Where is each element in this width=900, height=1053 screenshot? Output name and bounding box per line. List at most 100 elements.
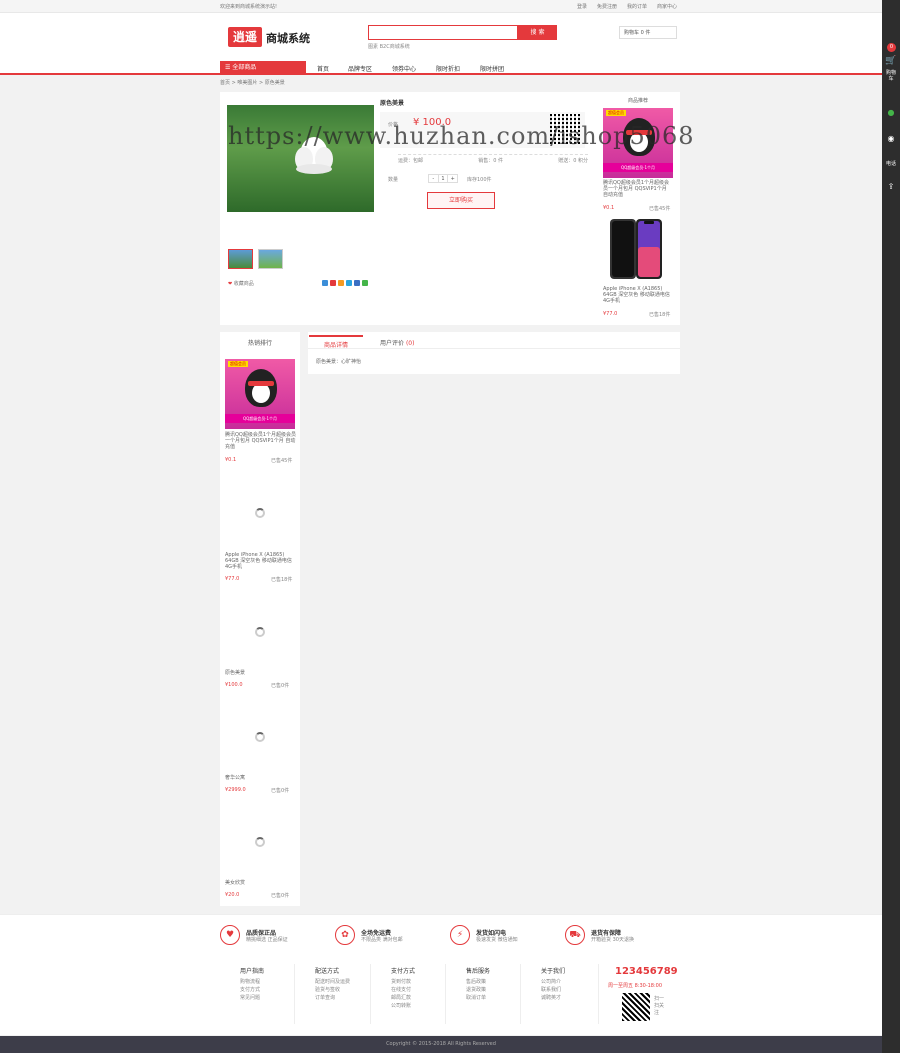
- footer-column-guide: 用户指南 购物流程 支付方式 常见问题: [240, 966, 264, 1002]
- nav-item-groupbuy[interactable]: 限时拼团: [480, 64, 504, 73]
- share-qzone-icon[interactable]: [322, 280, 328, 286]
- recommend-item-2-sold: 已售18件: [649, 312, 671, 318]
- hot-item-5-name[interactable]: 美女欣赏: [225, 880, 297, 886]
- toolbar-cart-label[interactable]: 购物车: [886, 70, 896, 82]
- hot-item-1-image[interactable]: 超值会员 QQ超级会员·1个月: [225, 359, 295, 429]
- shipping-info: 运费：包邮: [398, 158, 424, 164]
- hot-search-words[interactable]: 图素 B2C商城系统: [368, 43, 410, 50]
- footer-divider: [520, 964, 521, 1024]
- hot-item-4-name[interactable]: 奢华公寓: [225, 775, 297, 781]
- nav-item-coupons[interactable]: 领券中心: [392, 64, 416, 73]
- qr-caption: 扫一扫关注: [654, 996, 665, 1016]
- share-wechat-icon[interactable]: [362, 280, 368, 286]
- favorite-label: 收藏商品: [233, 281, 254, 287]
- card-band: QQ超级会员·1个月: [603, 163, 673, 172]
- nav-item-home[interactable]: 首页: [317, 64, 329, 73]
- tab-details[interactable]: 商品详情: [309, 335, 363, 352]
- footer-link[interactable]: 支付方式: [240, 986, 264, 994]
- footer-link[interactable]: 购物流程: [240, 978, 264, 986]
- recommend-item-2-name[interactable]: Apple iPhone X (A1865) 64GB 深空灰色 移动联通电信4…: [603, 286, 673, 304]
- footer-link[interactable]: 退货政策: [466, 986, 490, 994]
- footer-heading: 支付方式: [391, 968, 416, 975]
- qty-input[interactable]: 1: [439, 175, 449, 182]
- hot-item-2-price: ¥77.0: [225, 576, 240, 582]
- footer-link[interactable]: 货到付款: [391, 978, 415, 986]
- footer-link[interactable]: 公司转账: [391, 1002, 415, 1010]
- share-renren-icon[interactable]: [354, 280, 360, 286]
- qty-plus-button[interactable]: +: [448, 175, 457, 182]
- footer-heading: 配送方式: [315, 968, 340, 975]
- all-categories-button[interactable]: ☰ 全部商品: [220, 61, 306, 75]
- footer-link[interactable]: 订单查询: [315, 994, 350, 1002]
- share-weibo-icon[interactable]: [330, 280, 336, 286]
- copyright: Copyright © 2015-2018 All Rights Reserve…: [0, 1036, 882, 1053]
- share-qq-icon[interactable]: [338, 280, 344, 286]
- hotline-hours: 周一至周五 8:30-18:00: [608, 983, 663, 989]
- footer-qr-code: [622, 993, 650, 1021]
- footer-heading: 用户指南: [240, 968, 265, 975]
- footer-link[interactable]: 公司简介: [541, 978, 565, 986]
- product-main-image[interactable]: [227, 105, 374, 212]
- favorite-button[interactable]: ❤ 收藏商品: [228, 280, 254, 287]
- nav-item-discount[interactable]: 限时折扣: [436, 64, 460, 73]
- toolbar-phone-label[interactable]: 电话: [882, 160, 900, 167]
- cart-button[interactable]: 购物车 0 件: [619, 26, 677, 39]
- service-subtitle: 精挑细选 正品保证: [246, 937, 288, 943]
- footer-link[interactable]: 在线支付: [391, 986, 415, 994]
- footer-link[interactable]: 常见问题: [240, 994, 264, 1002]
- qq-icon[interactable]: ◉: [882, 134, 900, 143]
- nav-item-brands[interactable]: 品牌专区: [348, 64, 372, 73]
- logo-mark[interactable]: 逍遥: [228, 27, 262, 47]
- footer-column-service: 售后服务 售后政策 退货政策 取消订单: [466, 966, 490, 1002]
- hot-item-1-sold: 已售45件: [271, 458, 293, 464]
- main-nav: ☰ 全部商品 首页 品牌专区 领券中心 限时折扣 限时拼团: [0, 61, 882, 75]
- price-box: 价格 ¥ 100.0: [380, 112, 585, 148]
- hot-item-1-name[interactable]: 腾讯QQ超级会员1个月超级会员一个月包月 QQSVIP1个月 自动充值: [225, 432, 297, 450]
- footer-link[interactable]: 联系我们: [541, 986, 565, 994]
- register-link[interactable]: 免费注册: [597, 3, 617, 10]
- footer-link[interactable]: 取消订单: [466, 994, 490, 1002]
- wechat-icon[interactable]: ●: [882, 108, 900, 117]
- back-to-top-icon[interactable]: ⇪: [882, 182, 900, 191]
- review-count: (0): [405, 340, 415, 347]
- stock-info: 库存100件: [467, 177, 492, 183]
- login-link[interactable]: 登录: [577, 3, 587, 10]
- card-band: QQ超级会员·1个月: [225, 414, 295, 423]
- breadcrumb[interactable]: 首页 > 唯美图片 > 原色美景: [220, 79, 285, 86]
- recommend-item-1-name[interactable]: 腾讯QQ超级会员1个月超级会员一个月包月 QQSVIP1个月 自动充值: [603, 180, 673, 198]
- tab-divider: [308, 348, 680, 349]
- loading-spinner-icon: [255, 508, 265, 518]
- hot-item-2-name[interactable]: Apple iPhone X (A1865) 64GB 深空灰色 移动联通电信4…: [225, 552, 297, 570]
- footer-link[interactable]: 邮局汇款: [391, 994, 415, 1002]
- search-input[interactable]: [368, 25, 518, 40]
- loading-spinner-icon: [255, 732, 265, 742]
- footer-heading: 关于我们: [541, 968, 566, 975]
- hotline-number: 123456789: [615, 966, 678, 977]
- my-orders-link[interactable]: 我的订单: [627, 3, 647, 10]
- product-qr-code: [550, 114, 580, 144]
- footer-link[interactable]: 诚聘英才: [541, 994, 565, 1002]
- thumbnail-2[interactable]: [258, 249, 283, 269]
- thumbnail-1[interactable]: [228, 249, 253, 269]
- footer-link[interactable]: 验货与签收: [315, 986, 350, 994]
- hot-item-3-name[interactable]: 原色美景: [225, 670, 297, 676]
- gift-icon: ✿: [335, 925, 355, 945]
- iphone-image[interactable]: [606, 217, 666, 282]
- qty-minus-button[interactable]: -: [429, 175, 439, 182]
- lotus-image: [295, 137, 333, 174]
- cart-icon[interactable]: 🛒: [882, 56, 900, 66]
- merchant-center-link[interactable]: 商家中心: [657, 3, 677, 10]
- loading-spinner-icon: [255, 837, 265, 847]
- quantity-label: 数量: [388, 177, 399, 183]
- footer-link[interactable]: 售后政策: [466, 978, 490, 986]
- welcome-text: 欢迎来到商城系统演示站!: [220, 4, 278, 10]
- footer-divider: [598, 964, 599, 1024]
- hot-item-5-sold: 已售0件: [271, 893, 290, 899]
- share-tencent-icon[interactable]: [346, 280, 352, 286]
- recommend-item-1-image[interactable]: 超值会员 QQ超级会员·1个月: [603, 108, 673, 178]
- logo-text[interactable]: 商城系统: [266, 30, 310, 46]
- hot-item-4-sold: 已售0件: [271, 788, 290, 794]
- search-button[interactable]: 搜 索: [518, 25, 557, 40]
- footer-link[interactable]: 配送时间及运费: [315, 978, 350, 986]
- buy-now-button[interactable]: 立即购买: [427, 192, 495, 209]
